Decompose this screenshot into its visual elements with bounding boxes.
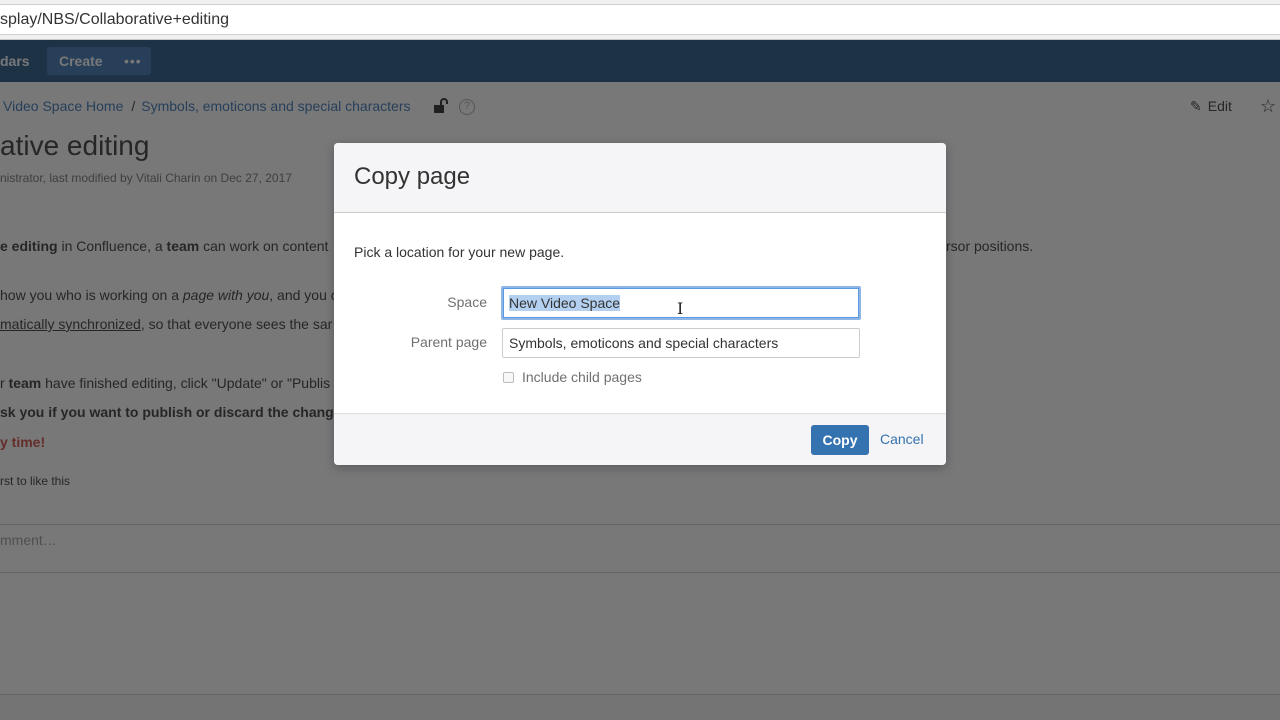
include-child-pages-label[interactable]: Include child pages bbox=[522, 369, 642, 385]
parent-page-value: Symbols, emoticons and special character… bbox=[509, 335, 779, 351]
copy-page-dialog: Copy page Pick a location for your new p… bbox=[334, 143, 946, 465]
browser-address-bar: splay/NBS/Collaborative+editing bbox=[0, 0, 1280, 40]
dialog-description: Pick a location for your new page. bbox=[354, 244, 565, 260]
dialog-footer: Copy Cancel bbox=[334, 413, 946, 465]
copy-button[interactable]: Copy bbox=[811, 425, 869, 455]
space-label: Space bbox=[447, 294, 487, 310]
dialog-title: Copy page bbox=[354, 163, 471, 190]
text-cursor-icon: I bbox=[677, 299, 684, 318]
dialog-header: Copy page bbox=[334, 143, 946, 213]
parent-page-input[interactable]: Symbols, emoticons and special character… bbox=[502, 328, 860, 358]
space-input-value: New Video Space bbox=[509, 295, 621, 311]
include-child-pages-checkbox[interactable] bbox=[503, 372, 514, 383]
parent-page-label: Parent page bbox=[410, 334, 487, 350]
url-field[interactable]: splay/NBS/Collaborative+editing bbox=[0, 4, 1280, 35]
cancel-button[interactable]: Cancel bbox=[880, 431, 924, 447]
